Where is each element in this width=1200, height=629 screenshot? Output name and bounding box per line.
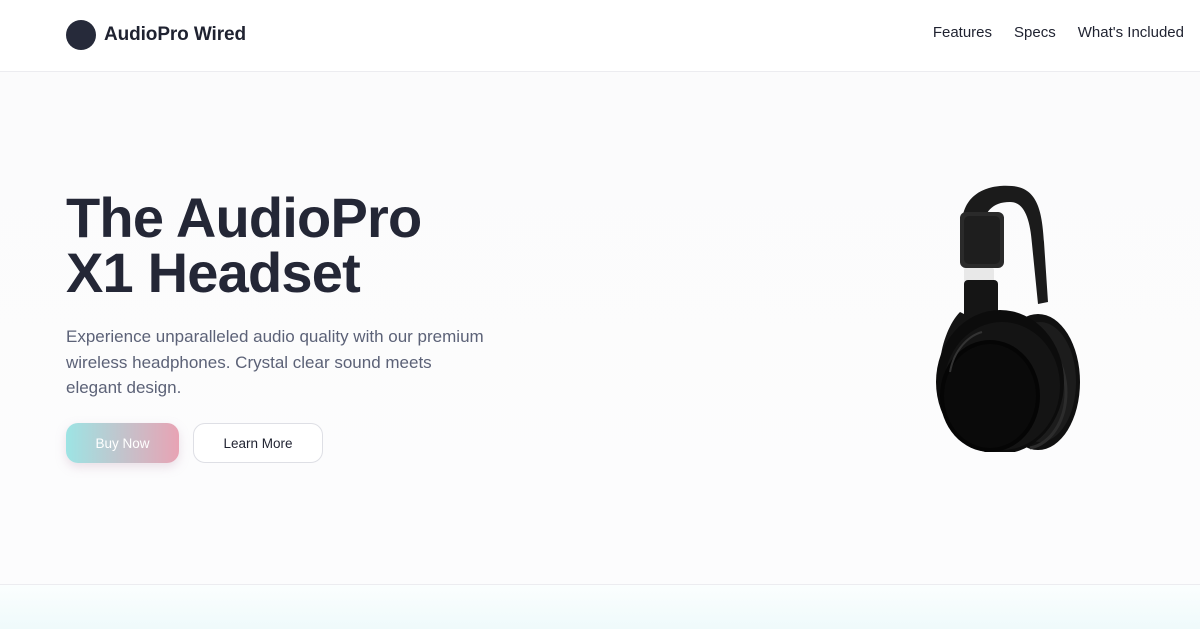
nav-link-features[interactable]: Features — [933, 24, 992, 41]
hero-section: The AudioPro X1 Headset Experience unpar… — [0, 72, 1200, 584]
main-nav: Features Specs What's Included — [933, 24, 1184, 41]
buy-now-button[interactable]: Buy Now — [66, 423, 179, 463]
nav-link-whats-included[interactable]: What's Included — [1078, 24, 1184, 41]
hero-description: Experience unparalleled audio quality wi… — [66, 327, 484, 397]
learn-more-button[interactable]: Learn More — [193, 423, 323, 463]
site-header: AudioPro Wired Features Specs What's Inc… — [0, 0, 1200, 72]
hero-title-line-1: The AudioPro — [66, 186, 422, 249]
brand-name: AudioPro Wired — [104, 24, 246, 45]
hero-title: The AudioPro X1 Headset — [66, 186, 586, 304]
hero-title-line-2: X1 Headset — [66, 241, 361, 304]
nav-link-specs[interactable]: Specs — [1014, 24, 1056, 41]
brand-link[interactable]: AudioPro Wired — [66, 20, 246, 50]
brand-logo-icon — [66, 20, 96, 50]
headphones-image — [936, 185, 1080, 452]
next-section-preview — [0, 584, 1200, 629]
